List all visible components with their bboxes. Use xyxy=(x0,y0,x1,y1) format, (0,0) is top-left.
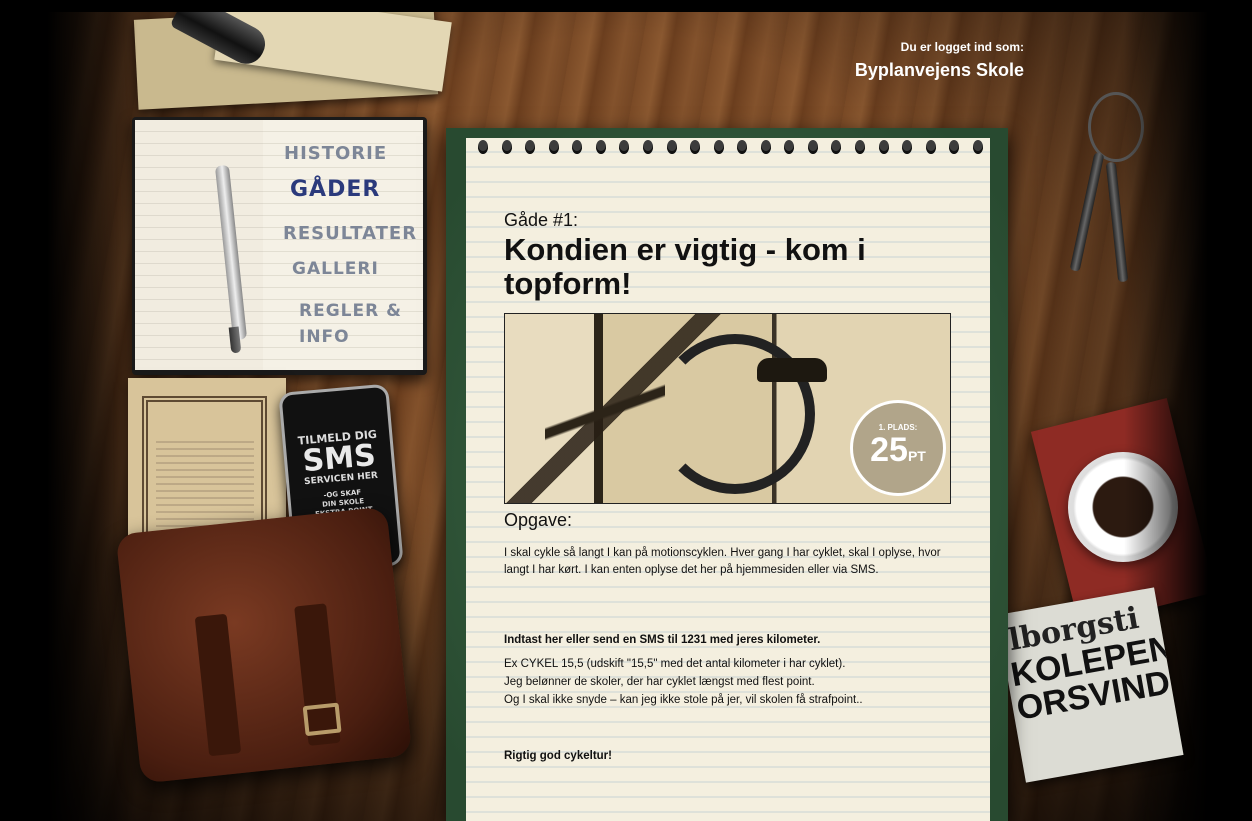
nav-item-gader[interactable]: GÅDER xyxy=(290,177,380,202)
exercise-bike-illustration: 1. PLADS: 25PT xyxy=(504,313,951,504)
riddle-number: Gåde #1: xyxy=(504,210,579,230)
task-heading: Opgave: xyxy=(504,510,573,530)
badge-points-unit: PT xyxy=(907,448,926,464)
instruction-bold: Indtast her eller send en SMS til 1231 m… xyxy=(504,634,821,646)
badge-points: 25PT xyxy=(853,432,943,474)
nav-item-historie[interactable]: HISTORIE xyxy=(284,143,387,164)
login-label: Du er logget ind som: xyxy=(900,40,1024,54)
briefcase-buckle xyxy=(302,702,342,737)
newspaper-image: lborgsti KOLEPENG ORSVIND xyxy=(996,587,1184,783)
nav-item-regler[interactable]: REGLER & xyxy=(299,301,402,321)
riddle-header: Gåde #1: Kondien er vigtig - kom i topfo… xyxy=(504,210,950,301)
task-text: I skal cykle så langt I kan på motionscy… xyxy=(504,547,941,576)
nav-notebook: HISTORIE GÅDER RESULTATER GALLERI REGLER… xyxy=(132,117,427,375)
illustration-shape xyxy=(545,374,665,464)
riddle-title: Kondien er vigtig - kom i topform! xyxy=(504,232,866,301)
points-badge: 1. PLADS: 25PT xyxy=(850,400,946,496)
instruction-line-2: Jeg belønner de skoler, der har cyklet l… xyxy=(504,676,815,688)
closing-text: Rigtig god cykeltur! xyxy=(504,750,612,762)
school-name: Byplanvejens Skole xyxy=(854,60,1024,80)
instruction-line-3: Og I skal ikke snyde – kan jeg ikke stol… xyxy=(504,694,863,706)
key-icon xyxy=(1069,152,1105,272)
instruction-line-1: Ex CYKEL 15,5 (udskift "15,5" med det an… xyxy=(504,658,846,670)
nav-item-galleri[interactable]: GALLERI xyxy=(292,259,379,279)
nav-item-info[interactable]: INFO xyxy=(299,327,350,347)
login-info: Du er logget ind som: Byplanvejens Skole xyxy=(855,40,1024,81)
briefcase-strap xyxy=(194,613,242,757)
bike-seat xyxy=(757,358,827,382)
document-text xyxy=(156,436,254,532)
briefcase-image xyxy=(115,506,413,784)
shadow-left xyxy=(8,12,138,821)
instructions: Indtast her eller send en SMS til 1231 m… xyxy=(504,632,954,708)
badge-points-value: 25 xyxy=(870,431,908,469)
notepad-binding xyxy=(478,136,983,160)
nav-item-resultater[interactable]: RESULTATER xyxy=(283,223,417,244)
